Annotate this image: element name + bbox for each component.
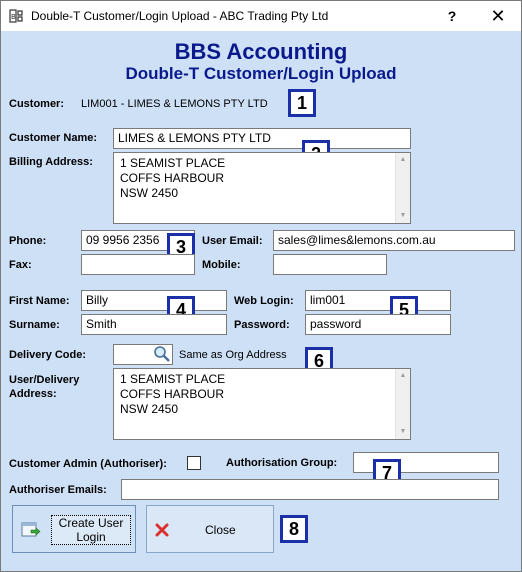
upload-icon — [21, 522, 41, 537]
help-button[interactable]: ? — [429, 1, 475, 31]
mobile-input[interactable] — [273, 254, 387, 275]
delivery-code-label: Delivery Code: — [9, 349, 87, 361]
delivery-address-line: 1 SEAMIST PLACE — [120, 372, 226, 386]
authorisation-group-label: Authorisation Group: — [226, 457, 338, 469]
delivery-scrollbar[interactable]: ▲ ▼ — [395, 369, 410, 439]
app-heading: BBS Accounting — [174, 39, 348, 64]
svg-text:B: B — [11, 13, 16, 21]
scroll-up-icon[interactable]: ▲ — [396, 153, 410, 167]
create-user-login-label: Create User Login — [51, 515, 131, 545]
billing-address-line: COFFS HARBOUR — [120, 171, 225, 185]
create-button-line1: Create User — [58, 516, 124, 530]
customer-name-input[interactable]: LIMES & LEMONS PTY LTD — [113, 128, 411, 149]
title-bar: B Double-T Customer/Login Upload - ABC T… — [1, 1, 521, 31]
delivery-address-line: COFFS HARBOUR — [120, 387, 225, 401]
same-as-org-address-text: Same as Org Address — [179, 349, 287, 361]
close-button-label: Close — [205, 523, 236, 537]
close-window-button[interactable]: ✕ — [475, 1, 521, 31]
billing-address-textarea[interactable]: 1 SEAMIST PLACE COFFS HARBOUR NSW 2450 ▲… — [113, 152, 411, 224]
surname-input[interactable]: Smith — [81, 314, 227, 335]
scroll-up-icon[interactable]: ▲ — [396, 369, 410, 383]
customer-admin-checkbox[interactable] — [187, 456, 201, 470]
close-icon — [155, 523, 169, 537]
billing-address-line: NSW 2450 — [120, 186, 179, 200]
fax-label: Fax: — [9, 259, 32, 271]
close-button[interactable]: Close — [146, 505, 274, 553]
customer-admin-label: Customer Admin (Authoriser): — [9, 458, 167, 470]
authoriser-emails-input[interactable] — [121, 479, 499, 500]
billing-address-line: 1 SEAMIST PLACE — [120, 156, 226, 170]
callout-badge-8: 8 — [280, 515, 308, 543]
delivery-address-label-line2: Address: — [9, 388, 57, 400]
billing-address-label: Billing Address: — [9, 156, 93, 168]
callout-badge-1: 1 — [288, 89, 316, 117]
surname-label: Surname: — [9, 319, 60, 331]
search-icon[interactable] — [153, 345, 171, 363]
mobile-label: Mobile: — [202, 259, 241, 271]
authoriser-emails-label: Authoriser Emails: — [9, 484, 107, 496]
delivery-address-label-line1: User/Delivery — [9, 374, 80, 386]
customer-label: Customer: — [9, 98, 65, 110]
scroll-down-icon[interactable]: ▼ — [396, 425, 410, 439]
window-title: Double-T Customer/Login Upload - ABC Tra… — [31, 9, 329, 23]
first-name-input[interactable]: Billy — [81, 290, 227, 311]
web-login-input[interactable]: lim001 — [305, 290, 451, 311]
password-input[interactable]: password — [305, 314, 451, 335]
customer-name-label: Customer Name: — [9, 132, 98, 144]
delivery-address-line: NSW 2450 — [120, 402, 179, 416]
create-user-login-button[interactable]: Create User Login — [12, 505, 136, 553]
password-label: Password: — [234, 319, 290, 331]
customer-value: LIM001 - LIMES & LEMONS PTY LTD — [81, 98, 268, 110]
web-login-label: Web Login: — [234, 295, 294, 307]
dialog-window: B Double-T Customer/Login Upload - ABC T… — [0, 0, 522, 572]
fax-input[interactable] — [81, 254, 195, 275]
user-email-label: User Email: — [202, 235, 263, 247]
user-email-input[interactable]: sales@limes&lemons.com.au — [273, 230, 515, 251]
phone-label: Phone: — [9, 235, 47, 247]
scroll-down-icon[interactable]: ▼ — [396, 209, 410, 223]
form-heading: Double-T Customer/Login Upload — [125, 64, 397, 83]
first-name-label: First Name: — [9, 295, 70, 307]
billing-scrollbar[interactable]: ▲ ▼ — [395, 153, 410, 223]
app-icon: B — [9, 9, 23, 23]
delivery-address-textarea[interactable]: 1 SEAMIST PLACE COFFS HARBOUR NSW 2450 ▲… — [113, 368, 411, 440]
create-button-line2: Login — [76, 530, 106, 544]
